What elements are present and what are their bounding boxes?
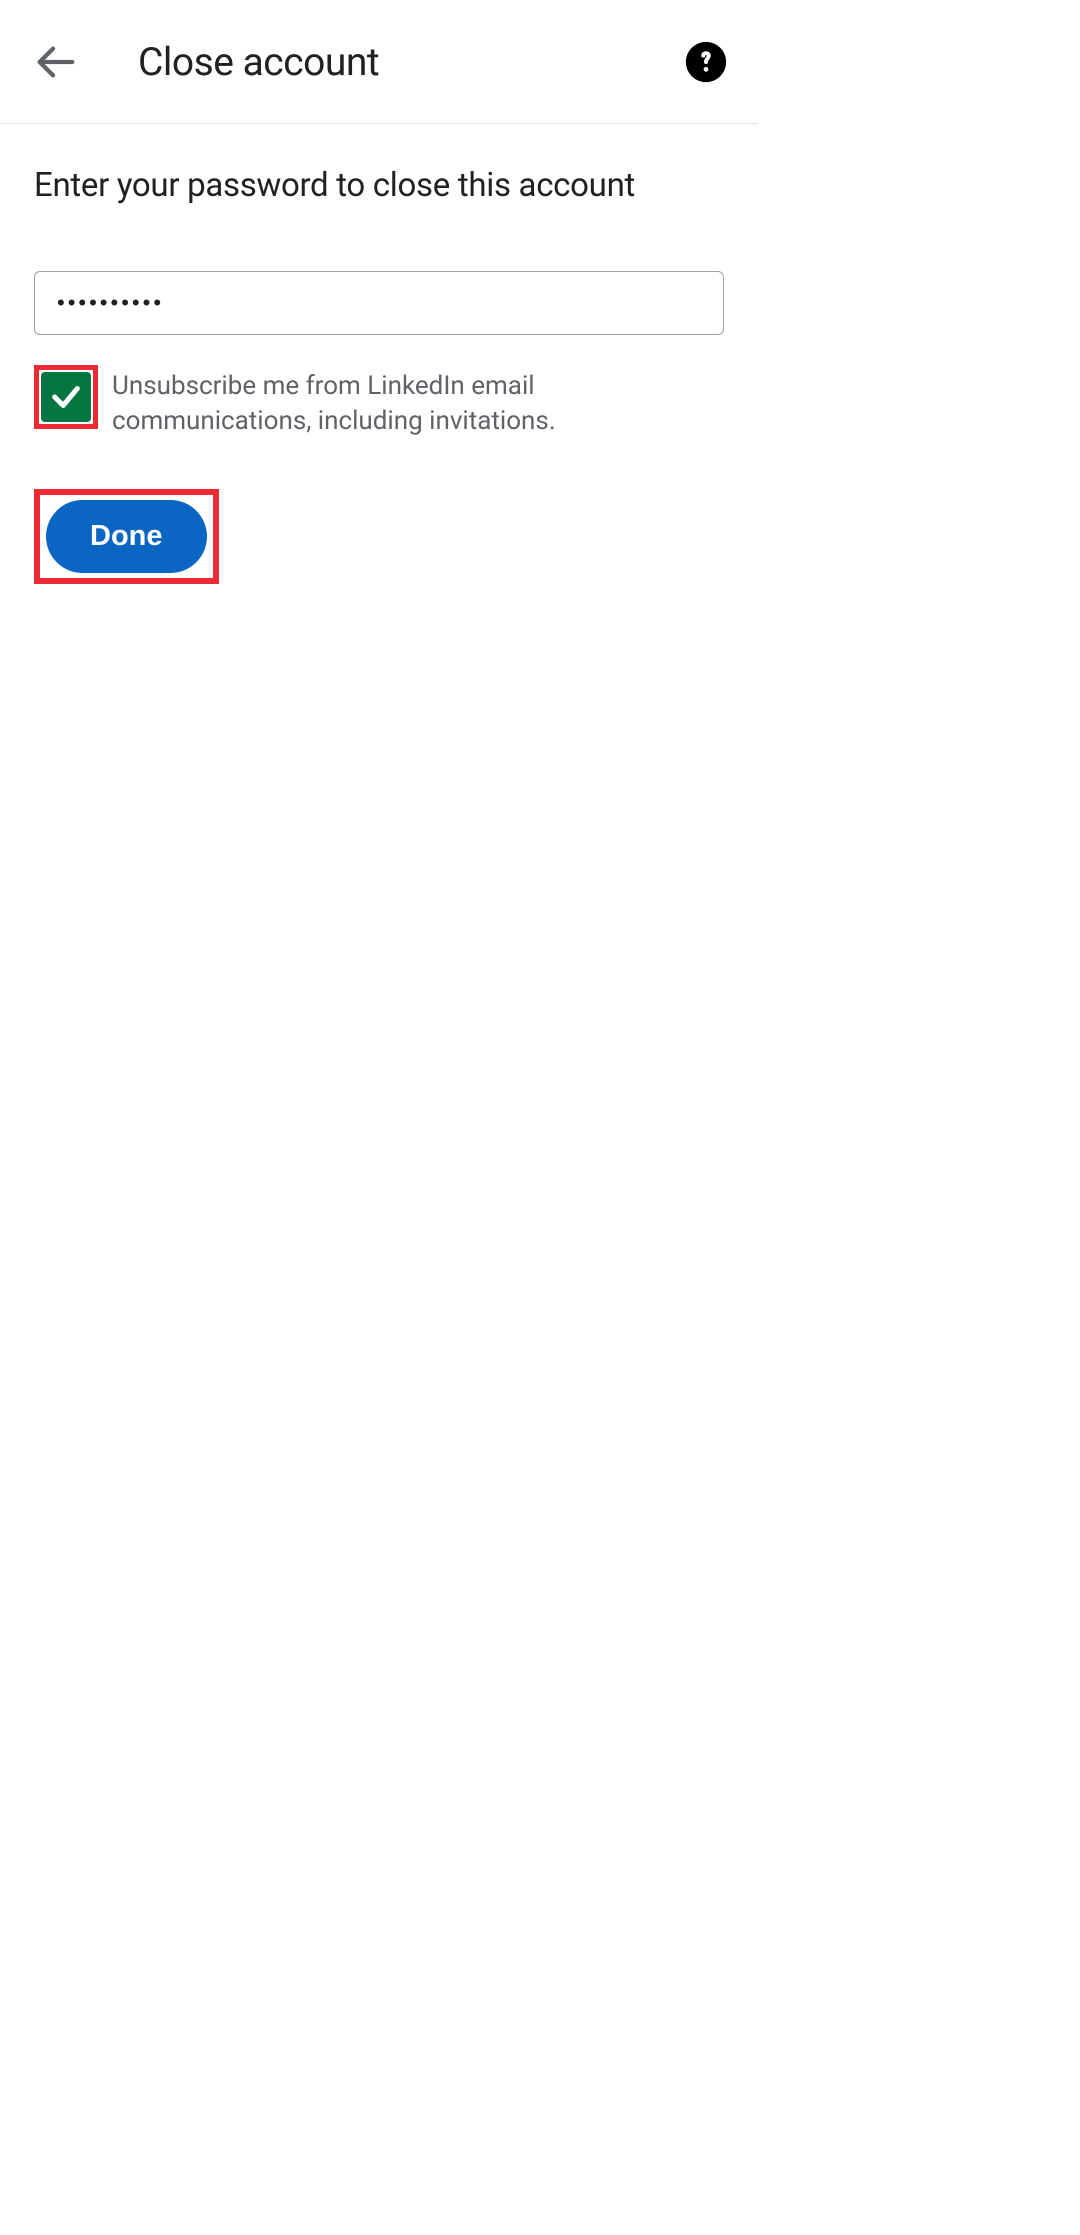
password-input[interactable] — [34, 271, 724, 335]
done-button[interactable]: Done — [46, 500, 207, 573]
header-bar: Close account — [0, 0, 758, 124]
unsubscribe-checkbox[interactable] — [41, 372, 91, 422]
unsubscribe-row: Unsubscribe me from LinkedIn email commu… — [34, 365, 724, 439]
checkbox-highlight-box — [34, 365, 98, 429]
help-icon[interactable] — [684, 40, 728, 84]
subtitle-text: Enter your password to close this accoun… — [34, 166, 724, 205]
main-content: Enter your password to close this accoun… — [0, 124, 758, 626]
page-title: Close account — [138, 39, 379, 85]
back-arrow-icon[interactable] — [30, 37, 80, 87]
done-button-highlight-box: Done — [34, 489, 219, 584]
unsubscribe-label: Unsubscribe me from LinkedIn email commu… — [112, 365, 724, 439]
